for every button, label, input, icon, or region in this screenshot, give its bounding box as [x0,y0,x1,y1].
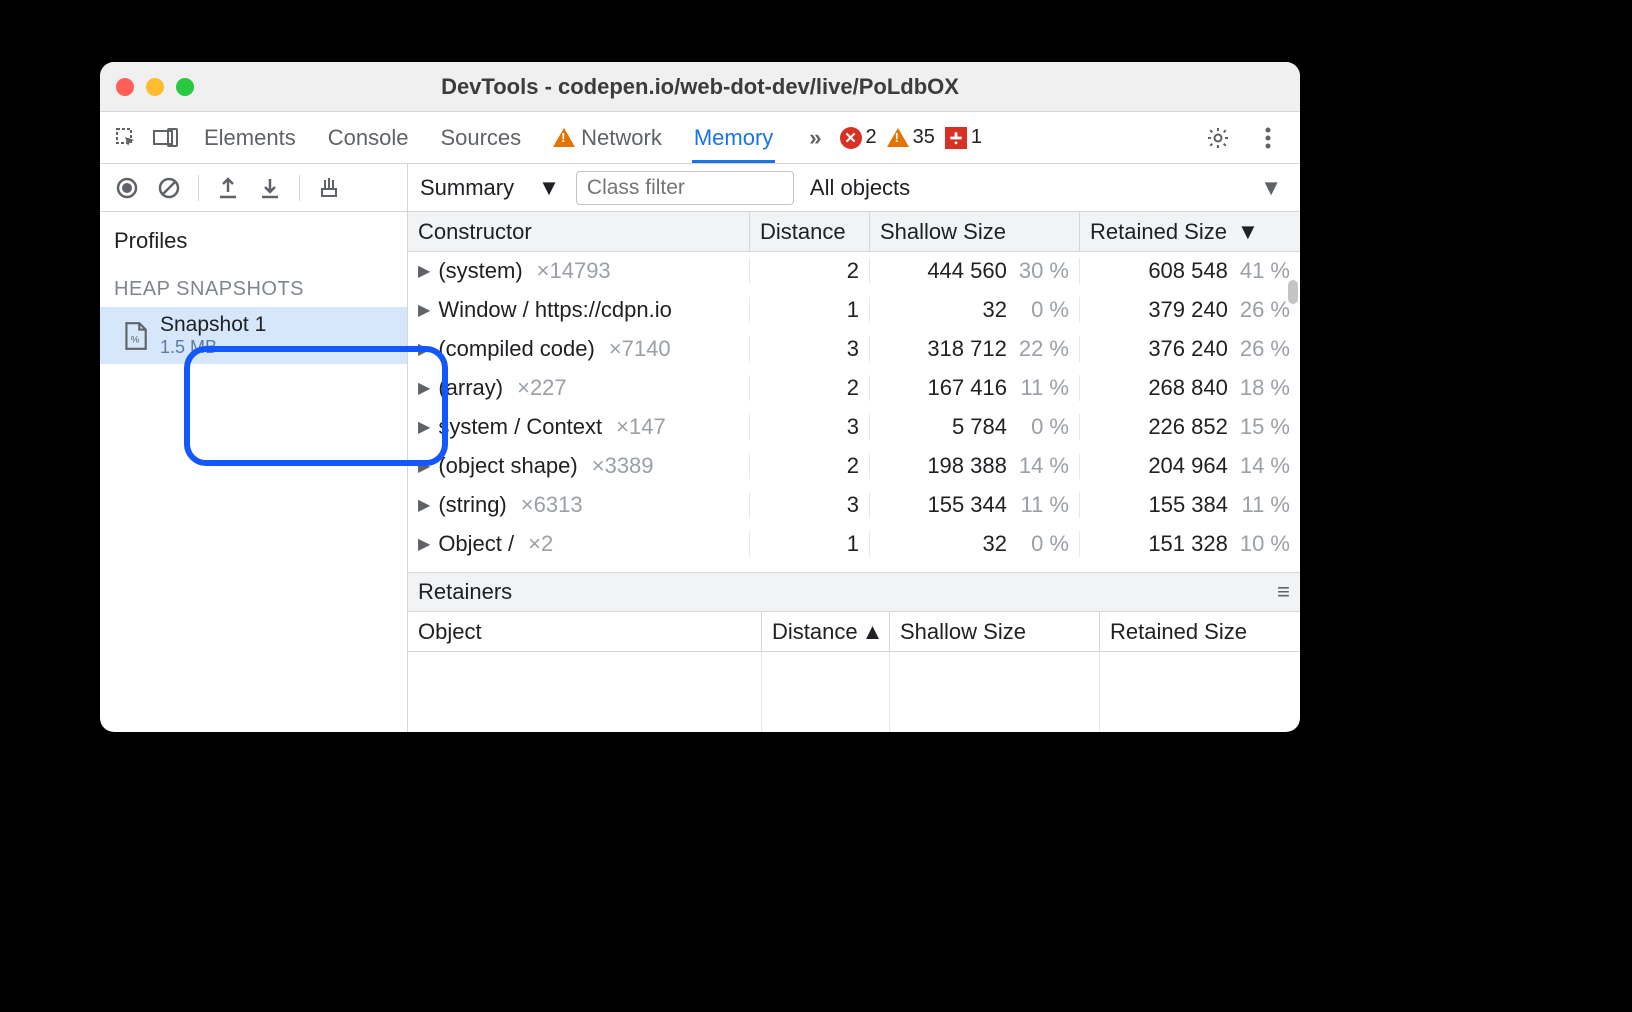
issue-square-icon [945,127,967,149]
tab-console[interactable]: Console [326,113,411,163]
table-row[interactable]: ▶(object shape)×33892198 38814 %204 9641… [408,447,1300,486]
retainers-header-distance[interactable]: Distance▲ [762,612,890,651]
warning-triangle-icon [887,128,909,147]
header-retained-size[interactable]: Retained Size ▼ [1080,212,1300,251]
svg-text:%: % [131,334,140,345]
panel-tabs: Elements Console Sources Network Memory … [202,113,822,163]
device-toolbar-icon[interactable] [148,120,184,156]
disclosure-triangle-icon[interactable]: ▶ [418,378,430,398]
table-row[interactable]: ▶system / Context×14735 7840 %226 85215 … [408,408,1300,447]
heap-table: Constructor Distance Shallow Size Retain… [408,212,1300,732]
traffic-lights [116,78,194,96]
table-row[interactable]: ▶Window / https://cdpn.io1320 %379 24026… [408,291,1300,330]
snapshot-file-icon: % [122,321,148,351]
maximize-window-button[interactable] [176,78,194,96]
more-menu-icon[interactable] [1250,120,1286,156]
sort-asc-icon: ▲ [862,619,884,645]
warnings-badge[interactable]: 35 [887,126,935,149]
sort-desc-icon: ▼ [1237,219,1259,245]
close-window-button[interactable] [116,78,134,96]
retainers-header-retained[interactable]: Retained Size [1100,612,1300,651]
export-icon[interactable] [211,171,245,205]
disclosure-triangle-icon[interactable]: ▶ [418,339,430,359]
snapshot-name: Snapshot 1 [160,313,266,337]
table-body: ▶(system)×147932444 56030 %608 54841 %▶W… [408,252,1300,572]
more-tabs-button[interactable]: » [809,125,821,151]
object-filter-dropdown[interactable]: All objects [810,175,910,201]
table-row[interactable]: ▶(system)×147932444 56030 %608 54841 % [408,252,1300,291]
class-filter-input[interactable] [576,171,794,205]
disclosure-triangle-icon[interactable]: ▶ [418,534,430,554]
retainers-bar: Retainers ≡ [408,572,1300,612]
header-constructor[interactable]: Constructor [408,212,750,251]
errors-badge[interactable]: ✕ 2 [840,126,877,149]
profiles-sidebar: Profiles HEAP SNAPSHOTS % Snapshot 1 1.5… [100,212,408,732]
chevron-down-icon: ▼ [538,175,560,201]
memory-body: Profiles HEAP SNAPSHOTS % Snapshot 1 1.5… [100,212,1300,732]
scrollbar-thumb[interactable] [1288,280,1298,304]
minimize-window-button[interactable] [146,78,164,96]
profiles-title: Profiles [100,220,407,262]
snapshot-size: 1.5 MB [160,337,266,358]
table-row[interactable]: ▶(compiled code)×71403318 71222 %376 240… [408,330,1300,369]
issues-badge[interactable]: 1 [945,126,982,149]
error-circle-icon: ✕ [840,127,862,149]
header-distance[interactable]: Distance [750,212,870,251]
devtools-window: DevTools - codepen.io/web-dot-dev/live/P… [100,62,1300,732]
import-icon[interactable] [253,171,287,205]
memory-toolbar: Summary ▼ All objects ▼ [100,164,1300,212]
disclosure-triangle-icon[interactable]: ▶ [418,495,430,515]
status-badges: ✕ 2 35 1 [840,126,983,149]
heap-snapshots-label: HEAP SNAPSHOTS [100,272,407,307]
tab-memory[interactable]: Memory [692,113,775,163]
disclosure-triangle-icon[interactable]: ▶ [418,300,430,320]
warning-triangle-icon [553,128,575,147]
retainers-title: Retainers [418,579,512,605]
disclosure-triangle-icon[interactable]: ▶ [418,417,430,437]
retainers-body [408,652,1300,732]
tab-network[interactable]: Network [551,113,664,163]
disclosure-triangle-icon[interactable]: ▶ [418,456,430,476]
chevron-down-icon[interactable]: ▼ [1260,175,1282,201]
inspect-element-icon[interactable] [108,120,144,156]
retainers-header-object[interactable]: Object [408,612,762,651]
tab-elements[interactable]: Elements [202,113,298,163]
garbage-collect-icon[interactable] [312,171,346,205]
table-header: Constructor Distance Shallow Size Retain… [408,212,1300,252]
table-row[interactable]: ▶(array)×2272167 41611 %268 84018 % [408,369,1300,408]
tab-sources[interactable]: Sources [438,113,523,163]
retainers-header: Object Distance▲ Shallow Size Retained S… [408,612,1300,652]
header-shallow-size[interactable]: Shallow Size [870,212,1080,251]
snapshot-item[interactable]: % Snapshot 1 1.5 MB [100,307,407,364]
disclosure-triangle-icon[interactable]: ▶ [418,261,430,281]
record-icon[interactable] [110,171,144,205]
view-mode-dropdown[interactable]: Summary ▼ [420,175,560,201]
retainers-header-shallow[interactable]: Shallow Size [890,612,1100,651]
table-row[interactable]: ▶Object /×21320 %151 32810 % [408,525,1300,564]
titlebar: DevTools - codepen.io/web-dot-dev/live/P… [100,62,1300,112]
window-title: DevTools - codepen.io/web-dot-dev/live/P… [100,74,1300,100]
hamburger-icon[interactable]: ≡ [1277,579,1290,605]
settings-gear-icon[interactable] [1200,120,1236,156]
table-row[interactable]: ▶(string)×63133155 34411 %155 38411 % [408,486,1300,525]
clear-icon[interactable] [152,171,186,205]
tabbar: Elements Console Sources Network Memory … [100,112,1300,164]
